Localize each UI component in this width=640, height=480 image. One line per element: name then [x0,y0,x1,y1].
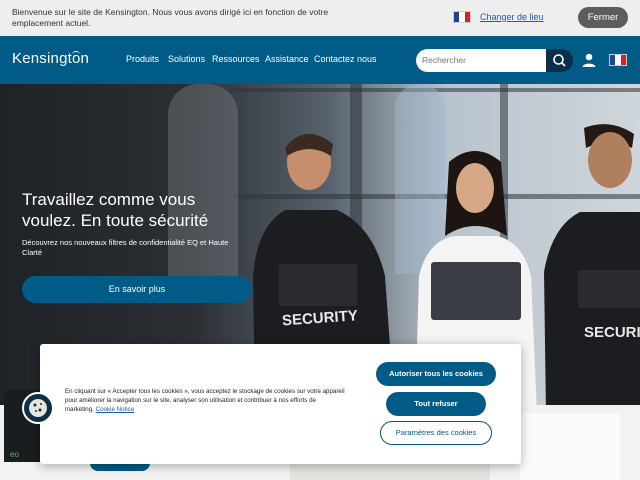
locale-banner: Bienvenue sur le site de Kensington. Nou… [0,0,640,36]
vest-label: SECURITY [584,324,640,341]
accept-all-cookies-button[interactable]: Autoriser tous les cookies [376,362,496,386]
nav-item-solutions[interactable]: Solutions [168,54,205,64]
learn-more-button[interactable]: En savoir plus [22,276,252,303]
hero-title: Travaillez comme vous voulez. En toute s… [22,190,209,230]
locale-message: Bienvenue sur le site de Kensington. Nou… [12,7,329,28]
nav-item-ressources[interactable]: Ressources [212,54,260,64]
nav-item-contact[interactable]: Contactez nous [314,54,377,64]
region-flag-icon[interactable] [609,54,627,66]
cookie-consent-text: En cliquant sur « Accepter tous les cook… [65,387,345,414]
close-locale-button[interactable]: Fermer [578,7,628,28]
nav-item-assistance[interactable]: Assistance [265,54,309,64]
refuse-all-cookies-button[interactable]: Tout refuser [386,392,486,416]
change-location-link[interactable]: Changer de lieu [480,12,544,22]
france-flag-icon [453,11,471,23]
search-icon [553,54,566,67]
product-image [520,413,620,480]
search-button[interactable] [546,49,573,72]
brand-mark-icon: eo [10,450,19,459]
cookie-consent-dialog: En cliquant sur « Accepter tous les cook… [40,344,521,464]
hero-subtitle: Découvrez nos nouveaux filtres de confid… [22,238,229,257]
cookie-icon [29,399,47,417]
security-guard-image [544,124,640,414]
cookie-notice-link[interactable]: Cookie Notice [96,406,135,413]
cookie-preferences-button[interactable] [22,392,54,424]
user-account-icon[interactable] [581,52,597,68]
search-input[interactable] [416,49,546,72]
cookie-settings-button[interactable]: Paramètres des cookies [380,421,492,445]
logo-swoosh-icon [72,51,80,57]
nav-item-produits[interactable]: Produits [126,54,159,64]
